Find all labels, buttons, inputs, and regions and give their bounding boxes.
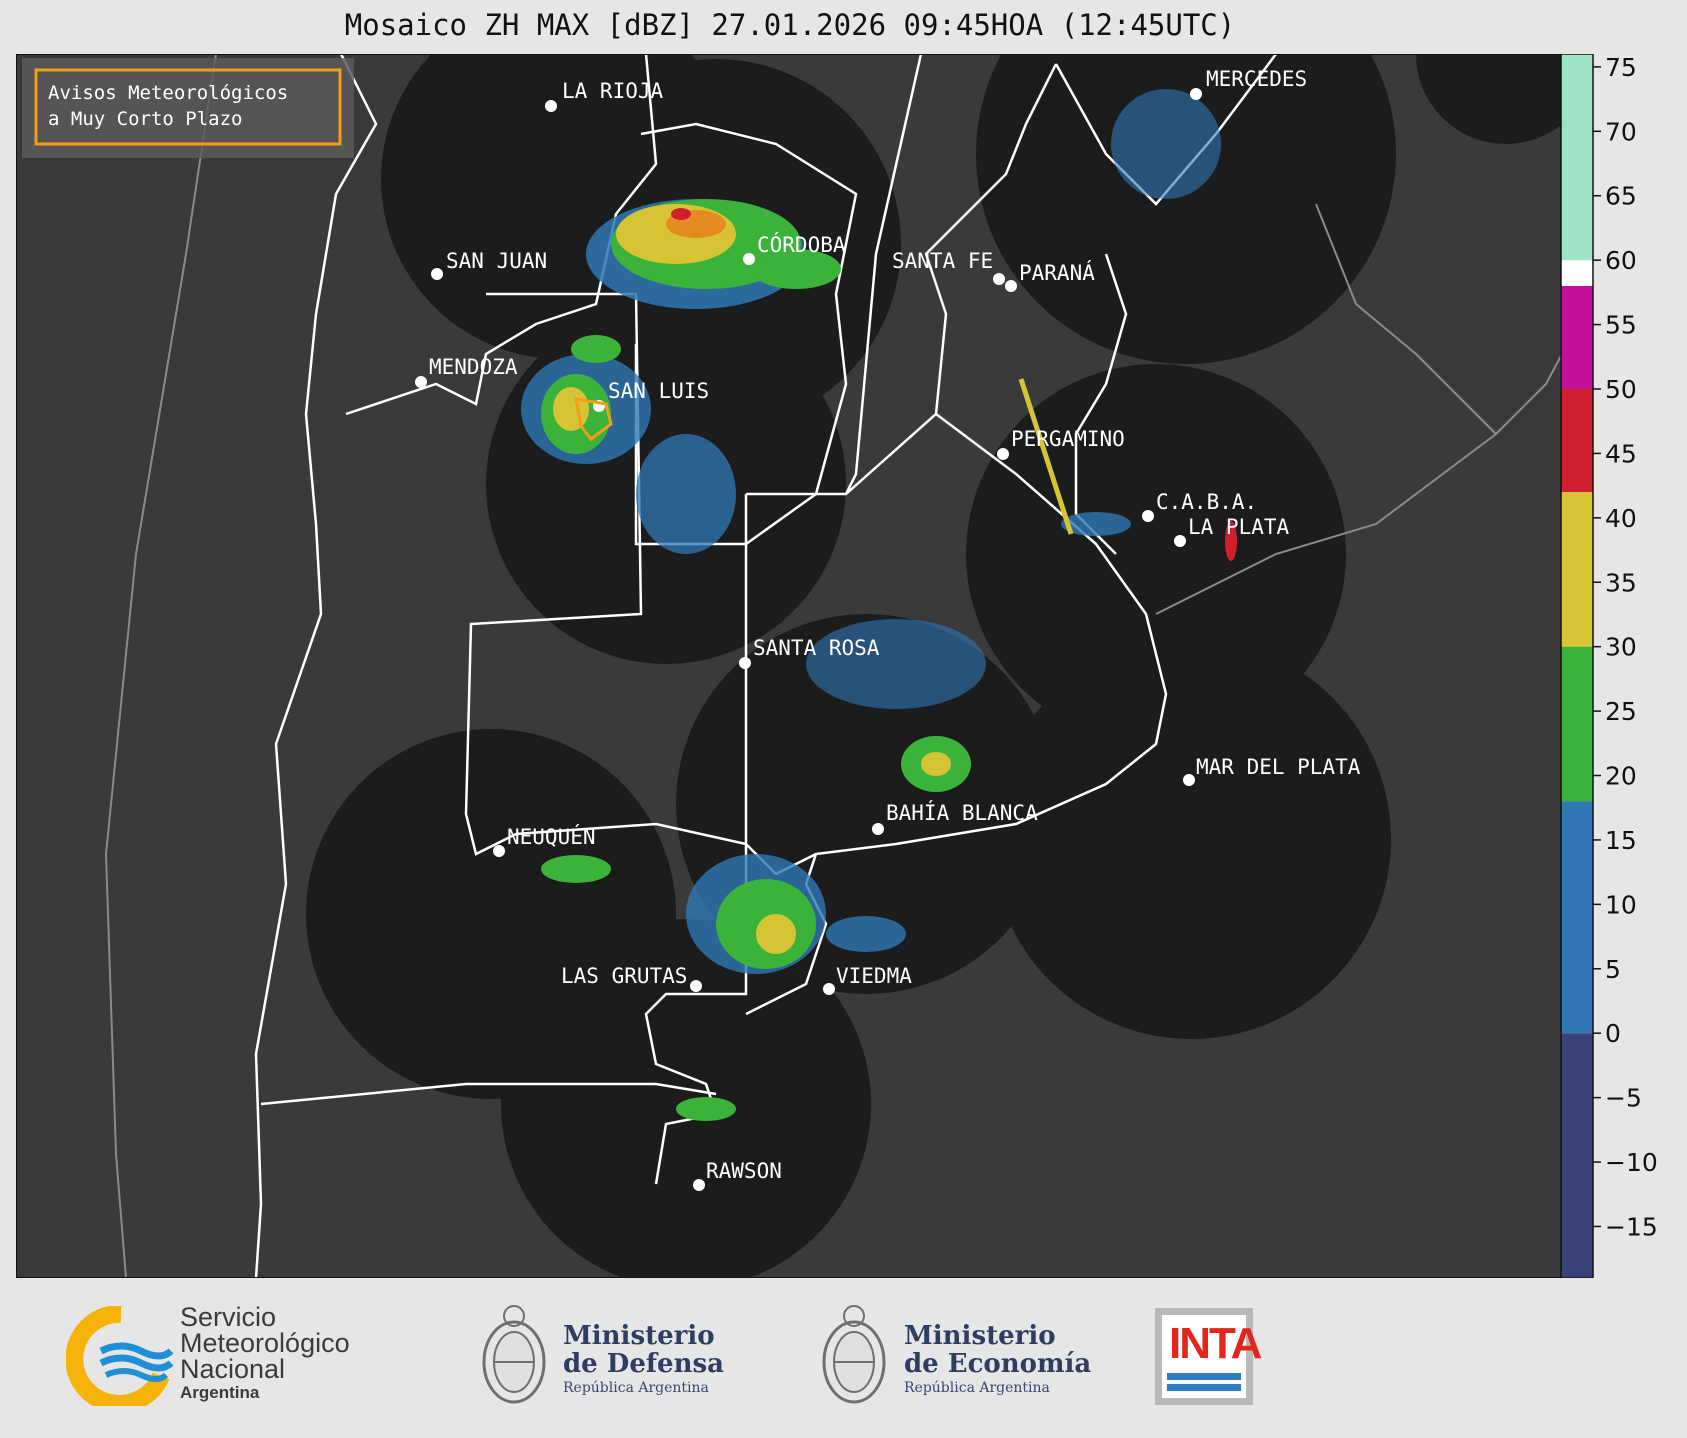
colorbar-band	[1561, 54, 1593, 261]
colorbar-band	[1561, 646, 1593, 802]
warning-legend[interactable]: Avisos Meteorológicos a Muy Corto Plazo	[22, 58, 354, 158]
colorbar-ticks: 757065605550454035302520151050−5−10−15	[1593, 54, 1658, 1241]
colorbar-band	[1561, 388, 1593, 493]
city-label: LA PLATA	[1188, 515, 1290, 539]
city-label: MAR DEL PLATA	[1196, 755, 1361, 779]
colorbar-tick-label: 0	[1605, 1019, 1621, 1048]
colorbar-tick-label: −5	[1605, 1084, 1642, 1113]
colorbar-tick-label: 30	[1605, 633, 1637, 662]
city-label: LAS GRUTAS	[561, 964, 687, 988]
city-label: C.A.B.A.	[1156, 490, 1257, 514]
colorbar-tick-label: 25	[1605, 697, 1637, 726]
warning-legend-line2: a Muy Corto Plazo	[48, 108, 242, 130]
colorbar-band	[1561, 801, 1593, 1034]
city-label: SANTA ROSA	[753, 636, 880, 660]
city-label: BAHÍA BLANCA	[886, 800, 1038, 825]
radar-map[interactable]: LA RIOJA SAN JUAN CÓRDOBA SANTA FE PARAN…	[16, 54, 1562, 1278]
map-title: Mosaico ZH MAX [dBZ] 27.01.2026 09:45HOA…	[344, 8, 1236, 42]
city-label: PERGAMINO	[1011, 427, 1125, 451]
colorbar-tick-label: 50	[1605, 375, 1637, 404]
colorbar-band	[1561, 285, 1593, 389]
colorbar-tick-label: 35	[1605, 568, 1637, 597]
city-label: LA RIOJA	[562, 79, 664, 103]
dbz-colorbar: 757065605550454035302520151050−5−10−15	[1560, 54, 1658, 1278]
colorbar-tick-label: 45	[1605, 439, 1637, 468]
colorbar-band	[1561, 1033, 1593, 1278]
defensa-logo-text: Ministerio de Defensa República Argentin…	[563, 1321, 724, 1396]
warning-legend-line1: Avisos Meteorológicos	[48, 82, 288, 104]
colorbar-tick-label: 15	[1605, 826, 1637, 855]
city-label: CÓRDOBA	[757, 232, 846, 257]
economia-logo-text: Ministerio de Economía República Argenti…	[904, 1321, 1092, 1396]
city-label: SAN LUIS	[608, 379, 709, 403]
colorbar-tick-label: −10	[1605, 1148, 1658, 1177]
colorbar-band	[1561, 260, 1593, 286]
smn-logo-text: Servicio Meteorológico Nacional Argentin…	[180, 1302, 350, 1403]
colorbar-tick-label: 55	[1605, 311, 1637, 340]
city-label: MERCEDES	[1206, 67, 1307, 91]
colorbar-tick-label: 60	[1605, 246, 1637, 275]
colorbar-tick-label: −15	[1605, 1212, 1658, 1241]
city-label: MENDOZA	[429, 355, 518, 379]
city-label: NEUQUÉN	[507, 824, 596, 849]
colorbar-tick-label: 75	[1605, 54, 1637, 82]
colorbar-tick-label: 70	[1605, 117, 1637, 146]
city-label: SANTA FE	[892, 249, 993, 273]
smn-logo-icon	[66, 1306, 174, 1406]
city-label: VIEDMA	[836, 964, 912, 988]
colorbar-band	[1561, 492, 1593, 647]
colorbar-tick-label: 40	[1605, 504, 1637, 533]
inta-logo: INTA	[1155, 1308, 1262, 1405]
colorbar-tick-label: 20	[1605, 762, 1637, 791]
city-label: PARANÁ	[1019, 260, 1095, 285]
city-label: RAWSON	[706, 1159, 782, 1183]
colorbar-bands	[1561, 54, 1593, 1278]
city-label: SAN JUAN	[446, 249, 547, 273]
colorbar-tick-label: 65	[1605, 182, 1637, 211]
colorbar-tick-label: 10	[1605, 890, 1637, 919]
defensa-shield-icon	[482, 1305, 546, 1404]
inta-logo-text: INTA	[1169, 1319, 1262, 1368]
colorbar-tick-label: 5	[1605, 955, 1621, 984]
economia-shield-icon	[822, 1305, 886, 1404]
city-las-grutas: LAS GRUTAS	[561, 964, 702, 992]
